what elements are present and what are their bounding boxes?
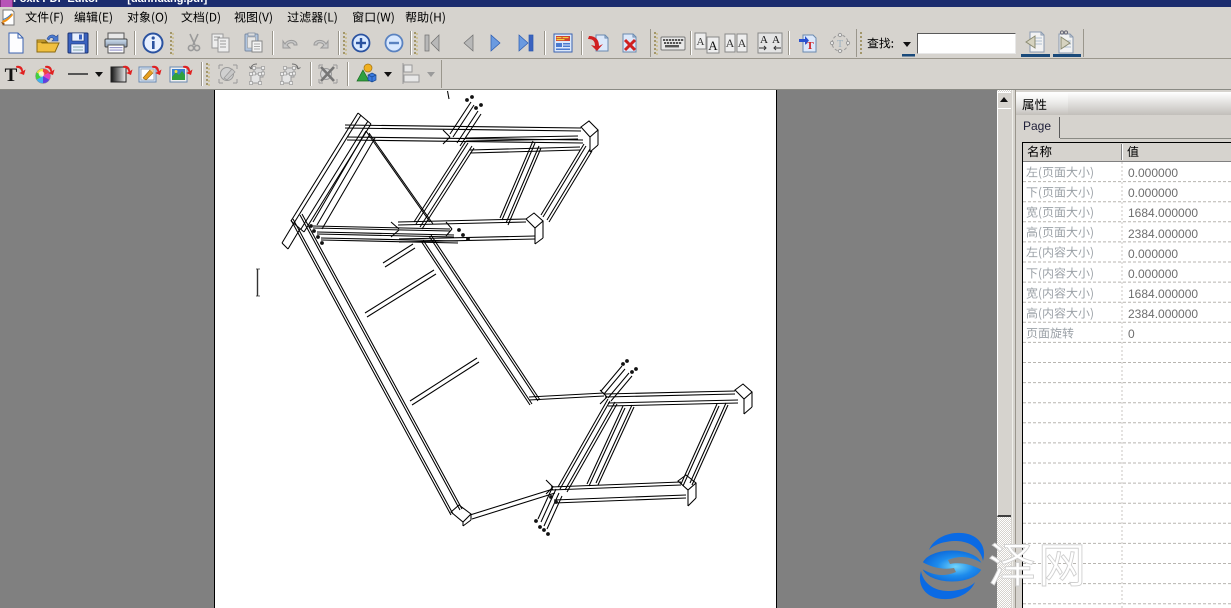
svg-text:A: A <box>760 34 768 46</box>
svg-text:A: A <box>772 34 780 46</box>
svg-text:T: T <box>837 39 843 50</box>
svg-text:A: A <box>738 36 747 50</box>
svg-text:A: A <box>708 38 718 53</box>
svg-text:A: A <box>697 36 705 48</box>
svg-text:A: A <box>726 36 735 50</box>
svg-text:T: T <box>5 65 18 86</box>
